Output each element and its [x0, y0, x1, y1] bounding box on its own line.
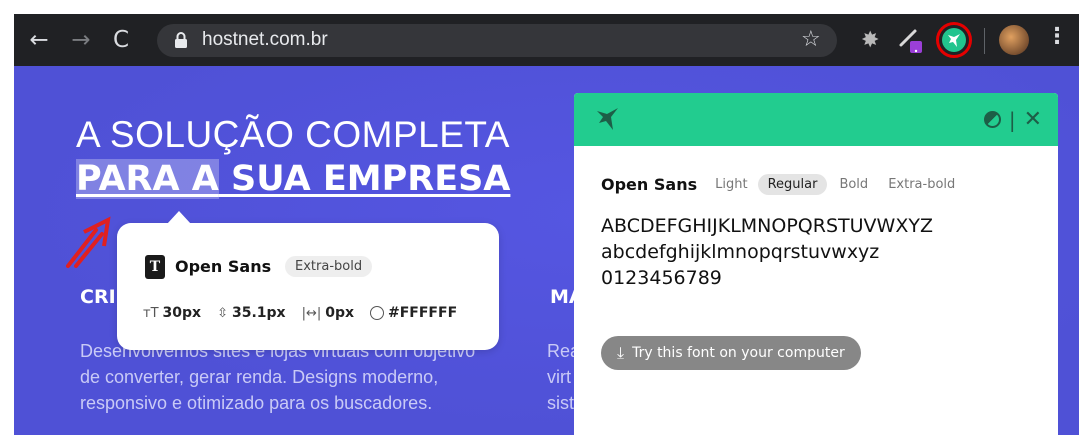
font-size-value: 30px: [162, 305, 202, 321]
color-swatch-icon: [370, 306, 385, 320]
extension-pen-icon[interactable]: [898, 25, 924, 55]
panel-separator: |: [1008, 107, 1016, 132]
font-file-icon: T: [145, 255, 165, 279]
font-weights-row: Open Sans Light Regular Bold Extra-bold: [601, 174, 975, 195]
red-annotation-arrow-icon: [66, 216, 111, 268]
profile-avatar[interactable]: [999, 25, 1029, 55]
lock-icon: [175, 32, 187, 48]
download-icon: ⤓: [617, 343, 625, 362]
browser-toolbar: ← → C hostnet.com.br ☆ ✸ ⋮: [0, 0, 1092, 75]
bookmark-star-icon[interactable]: ☆: [801, 27, 821, 52]
text-line: responsivo e otimizado para os buscadore…: [80, 393, 433, 413]
letter-spacing-metric: |↔| 0px: [302, 305, 354, 321]
forward-button[interactable]: →: [64, 14, 98, 66]
font-size-icon: ᴛT: [143, 305, 159, 321]
extension-gear-icon[interactable]: ✸: [861, 28, 879, 53]
font-inspector-tooltip: T Open Sans Extra-bold ᴛT 30px ⇳ 35.1px …: [117, 211, 499, 350]
try-font-label: Try this font on your computer: [632, 345, 845, 361]
weight-bold[interactable]: Bold: [839, 177, 868, 192]
hovered-text-highlight: PARA A: [76, 159, 219, 199]
font-size-metric: ᴛT 30px: [143, 305, 201, 321]
weight-light[interactable]: Light: [715, 177, 747, 192]
hero-title-line2-rest: SUA EMPRESA: [218, 159, 511, 199]
panel-actions: | ✕: [983, 107, 1042, 132]
back-button[interactable]: ←: [22, 14, 56, 66]
fonts-extension-button[interactable]: [936, 22, 972, 58]
preview-digits: 0123456789: [601, 267, 722, 289]
line-height-metric: ⇳ 35.1px: [217, 305, 286, 321]
letter-spacing-icon: |↔|: [301, 305, 322, 321]
close-icon[interactable]: ✕: [1024, 107, 1042, 132]
letter-spacing-value: 0px: [325, 305, 355, 321]
url-text[interactable]: hostnet.com.br: [202, 29, 328, 51]
text-line: de converter, gerar renda. Designs moder…: [80, 367, 439, 387]
hero-title-line1: A SOLUÇÃO COMPLETA: [76, 114, 510, 155]
column1-heading: CRI: [80, 286, 116, 308]
panel-font-name: Open Sans: [601, 175, 698, 194]
tooltip-font-name: Open Sans: [175, 257, 272, 276]
preview-lowercase: abcdefghijklmnopqrstuvwxyz: [601, 241, 880, 263]
hero-title-line2[interactable]: PARA A SUA EMPRESA: [76, 159, 510, 199]
font-extension-panel: | ✕ Open Sans Light Regular Bold Extra-b…: [574, 93, 1058, 435]
try-font-button[interactable]: ⤓ Try this font on your computer: [601, 336, 861, 370]
color-value: #FFFFFF: [388, 305, 458, 321]
weight-extra-bold[interactable]: Extra-bold: [888, 177, 955, 192]
bird-logo-icon: [597, 108, 618, 130]
line-height-value: 35.1px: [231, 305, 286, 321]
browser-menu-icon[interactable]: ⋮: [1046, 24, 1068, 49]
tooltip-metrics: ᴛT 30px ⇳ 35.1px |↔| 0px #FFFFFF: [143, 305, 457, 321]
theme-toggle-icon[interactable]: [983, 111, 1001, 128]
color-metric: #FFFFFF: [370, 305, 457, 321]
reload-button[interactable]: C: [104, 14, 138, 66]
tooltip-weight-badge: Extra-bold: [285, 256, 373, 277]
bird-logo-icon: [942, 28, 966, 52]
weight-regular[interactable]: Regular: [757, 174, 828, 195]
panel-header: | ✕: [574, 93, 1058, 146]
line-height-icon: ⇳: [217, 305, 228, 321]
toolbar-divider: [984, 28, 985, 54]
preview-uppercase: ABCDEFGHIJKLMNOPQRSTUVWXYZ: [601, 215, 933, 237]
font-preview: ABCDEFGHIJKLMNOPQRSTUVWXYZ abcdefghijklm…: [601, 213, 933, 291]
